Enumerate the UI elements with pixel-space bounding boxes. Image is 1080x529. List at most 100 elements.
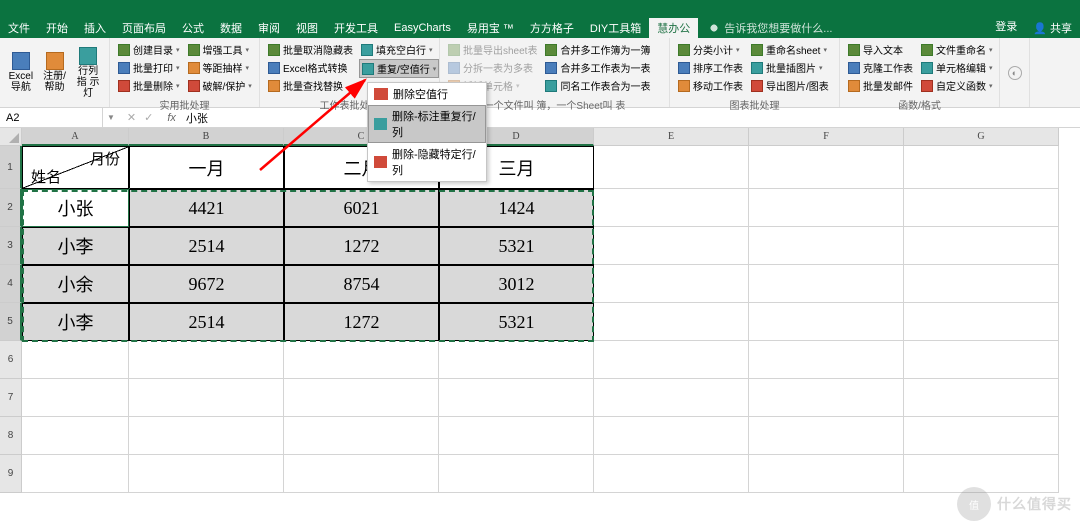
row-header-9[interactable]: 9 bbox=[0, 455, 22, 493]
tab-dev[interactable]: 开发工具 bbox=[326, 18, 386, 38]
udf-button[interactable]: 自定义函数▾ bbox=[919, 77, 995, 94]
cell-E8[interactable] bbox=[594, 417, 749, 455]
merge-samename-button[interactable]: 同名工作表合为一表 bbox=[543, 77, 652, 94]
register-help-button[interactable]: 注册/ 帮助 bbox=[38, 40, 72, 105]
cell-F7[interactable] bbox=[749, 379, 904, 417]
col-header-E[interactable]: E bbox=[594, 128, 749, 146]
cell-B2[interactable]: 4421 bbox=[129, 189, 284, 227]
cell-E1[interactable] bbox=[594, 146, 749, 189]
cell-E3[interactable] bbox=[594, 227, 749, 265]
tab-layout[interactable]: 页面布局 bbox=[114, 18, 174, 38]
tab-ffz[interactable]: 方方格子 bbox=[522, 18, 582, 38]
cell-B3[interactable]: 2514 bbox=[129, 227, 284, 265]
export-sheet-button[interactable]: 批量导出sheet表 bbox=[446, 41, 539, 58]
row-header-3[interactable]: 3 bbox=[0, 227, 22, 265]
split-to-many-button[interactable]: 分拆一表为多表 bbox=[446, 59, 539, 76]
cell-C6[interactable] bbox=[284, 341, 439, 379]
cell-E5[interactable] bbox=[594, 303, 749, 341]
unhide-sheets-button[interactable]: 批量取消隐藏表 bbox=[266, 41, 355, 58]
tab-diy[interactable]: DIY工具箱 bbox=[582, 18, 649, 38]
crack-protect-button[interactable]: 破解/保护▾ bbox=[186, 77, 254, 94]
cell-edit-button[interactable]: 单元格编辑▾ bbox=[919, 59, 995, 76]
import-text-button[interactable]: 导入文本 bbox=[846, 41, 915, 58]
cell-A3[interactable]: 小李 bbox=[22, 227, 129, 265]
cell-C7[interactable] bbox=[284, 379, 439, 417]
name-box[interactable]: A2 bbox=[0, 108, 103, 127]
tab-view[interactable]: 视图 bbox=[288, 18, 326, 38]
cell-B1[interactable]: 一月 bbox=[129, 146, 284, 189]
dd-delete-hidden[interactable]: 删除-隐藏特定行/列 bbox=[368, 143, 486, 181]
tab-review[interactable]: 审阅 bbox=[250, 18, 288, 38]
col-header-A[interactable]: A bbox=[22, 128, 129, 146]
batch-print-button[interactable]: 批量打印▾ bbox=[116, 59, 182, 76]
cell-C8[interactable] bbox=[284, 417, 439, 455]
cell-E7[interactable] bbox=[594, 379, 749, 417]
cell-C3[interactable]: 1272 bbox=[284, 227, 439, 265]
tab-file[interactable]: 文件 bbox=[0, 18, 38, 38]
dd-delete-blank[interactable]: 删除空值行 bbox=[368, 83, 486, 105]
info-icon[interactable]: ◐ bbox=[1008, 66, 1022, 80]
merge-sheets-button[interactable]: 合并多工作表为一表 bbox=[543, 59, 652, 76]
dd-delete-mark-dup[interactable]: 删除-标注重复行/列 bbox=[368, 105, 486, 143]
excel-nav-button[interactable]: Excel 导航 bbox=[4, 40, 38, 105]
cell-D4[interactable]: 3012 bbox=[439, 265, 594, 303]
row-header-7[interactable]: 7 bbox=[0, 379, 22, 417]
col-header-F[interactable]: F bbox=[749, 128, 904, 146]
sample-button[interactable]: 等距抽样▾ bbox=[186, 59, 254, 76]
cell-A1[interactable]: 月份 姓名 bbox=[22, 146, 129, 189]
cell-A9[interactable] bbox=[22, 455, 129, 493]
tab-formula[interactable]: 公式 bbox=[174, 18, 212, 38]
tab-home[interactable]: 开始 bbox=[38, 18, 76, 38]
cell-A5[interactable]: 小李 bbox=[22, 303, 129, 341]
tab-insert[interactable]: 插入 bbox=[76, 18, 114, 38]
dup-blank-button[interactable]: 重复/空值行▾ bbox=[359, 59, 439, 78]
cell-F8[interactable] bbox=[749, 417, 904, 455]
cell-F2[interactable] bbox=[749, 189, 904, 227]
row-header-8[interactable]: 8 bbox=[0, 417, 22, 455]
tab-easycharts[interactable]: EasyCharts bbox=[386, 18, 459, 38]
cell-D5[interactable]: 5321 bbox=[439, 303, 594, 341]
find-replace-button[interactable]: 批量查找替换 bbox=[266, 77, 355, 94]
cell-F3[interactable] bbox=[749, 227, 904, 265]
cell-C9[interactable] bbox=[284, 455, 439, 493]
cell-E2[interactable] bbox=[594, 189, 749, 227]
cell-A7[interactable] bbox=[22, 379, 129, 417]
clone-sheet-button[interactable]: 克隆工作表 bbox=[846, 59, 915, 76]
cell-G4[interactable] bbox=[904, 265, 1059, 303]
cell-B9[interactable] bbox=[129, 455, 284, 493]
cell-E9[interactable] bbox=[594, 455, 749, 493]
cell-D3[interactable]: 5321 bbox=[439, 227, 594, 265]
file-rename-button[interactable]: 文件重命名▾ bbox=[919, 41, 995, 58]
tab-yyb[interactable]: 易用宝 ™ bbox=[459, 18, 522, 38]
cell-C4[interactable]: 8754 bbox=[284, 265, 439, 303]
move-sheets-button[interactable]: 移动工作表 bbox=[676, 77, 745, 94]
cell-D7[interactable] bbox=[439, 379, 594, 417]
enter-icon[interactable]: ✓ bbox=[144, 111, 153, 124]
cell-F9[interactable] bbox=[749, 455, 904, 493]
cell-D6[interactable] bbox=[439, 341, 594, 379]
cell-F4[interactable] bbox=[749, 265, 904, 303]
cell-G2[interactable] bbox=[904, 189, 1059, 227]
cell-D9[interactable] bbox=[439, 455, 594, 493]
cell-G7[interactable] bbox=[904, 379, 1059, 417]
format-convert-button[interactable]: Excel格式转换 bbox=[266, 59, 355, 76]
cell-G3[interactable] bbox=[904, 227, 1059, 265]
row-header-1[interactable]: 1 bbox=[0, 146, 22, 189]
row-header-5[interactable]: 5 bbox=[0, 303, 22, 341]
row-header-6[interactable]: 6 bbox=[0, 341, 22, 379]
cell-C2[interactable]: 6021 bbox=[284, 189, 439, 227]
fill-blank-button[interactable]: 填充空白行▾ bbox=[359, 41, 439, 58]
share-button[interactable]: 👤共享 bbox=[1025, 18, 1080, 38]
send-mail-button[interactable]: 批量发邮件 bbox=[846, 77, 915, 94]
create-dir-button[interactable]: 创建目录▾ bbox=[116, 41, 182, 58]
col-header-B[interactable]: B bbox=[129, 128, 284, 146]
row-header-4[interactable]: 4 bbox=[0, 265, 22, 303]
cell-G1[interactable] bbox=[904, 146, 1059, 189]
select-all-corner[interactable] bbox=[0, 128, 22, 146]
cell-A8[interactable] bbox=[22, 417, 129, 455]
cell-G8[interactable] bbox=[904, 417, 1059, 455]
name-box-dropdown[interactable]: ▼ bbox=[103, 113, 119, 122]
cell-A4[interactable]: 小余 bbox=[22, 265, 129, 303]
fx-icon[interactable]: fx bbox=[161, 112, 182, 124]
cell-A2[interactable]: 小张 bbox=[22, 189, 129, 227]
